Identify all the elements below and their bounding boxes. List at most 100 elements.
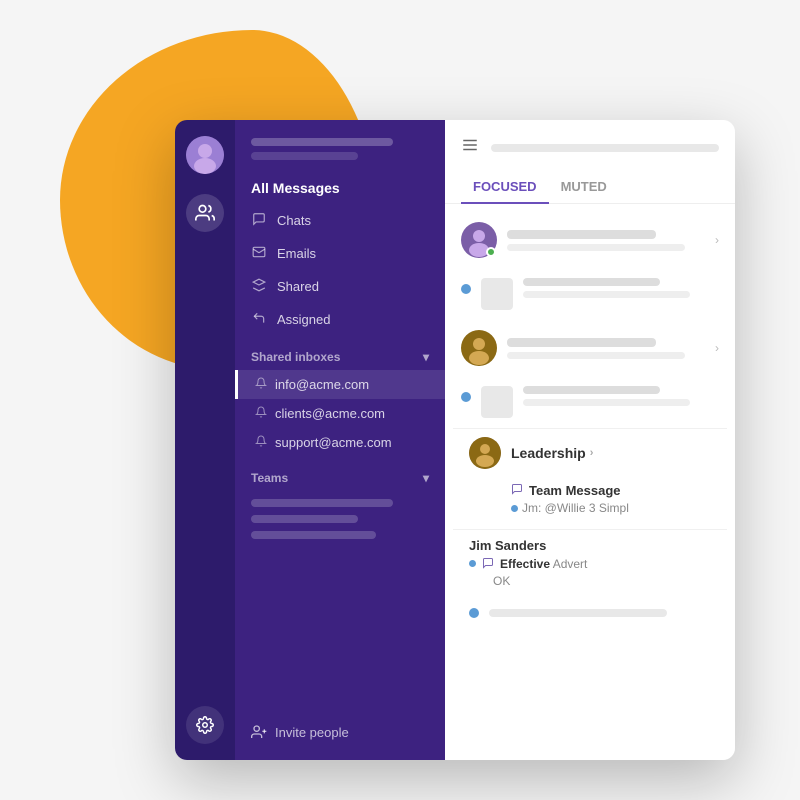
conv-avatar-dot-1: [481, 278, 513, 310]
conv-item-2[interactable]: ›: [453, 320, 727, 376]
teams-chevron-icon: ▾: [423, 471, 429, 485]
conv-avatar-2: [461, 330, 497, 366]
emails-nav-item[interactable]: Emails: [235, 237, 445, 270]
inbox-email-info: info@acme.com: [275, 377, 369, 392]
inbox-bell-icon-support: [255, 435, 267, 450]
assigned-icon: [251, 311, 267, 328]
inbox-bell-icon: [255, 377, 267, 392]
chats-label: Chats: [277, 213, 311, 228]
hamburger-icon[interactable]: [461, 136, 479, 159]
jim-message-icon: [482, 557, 494, 572]
chats-nav-item[interactable]: Chats: [235, 204, 445, 237]
nav-bottom: Invite people: [235, 704, 445, 760]
inbox-item-support[interactable]: support@acme.com: [235, 428, 445, 457]
shared-inboxes-label: Shared inboxes: [251, 350, 340, 364]
leadership-title: Leadership ›: [511, 445, 593, 461]
jim-preview: Effective Advert: [469, 557, 711, 572]
conv-line2-1: [523, 291, 690, 298]
contacts-icon-btn[interactable]: [186, 194, 224, 232]
leadership-chevron-icon: ›: [590, 447, 594, 459]
nav-sidebar: All Messages Chats Emails: [235, 120, 445, 760]
conv-avatar-1: [461, 222, 497, 258]
conv-body-dot-1: [523, 278, 719, 298]
jim-bold-text: Effective: [500, 557, 550, 571]
right-panel: FOCUSED MUTED ›: [445, 120, 735, 760]
invite-people-btn[interactable]: Invite people: [251, 716, 429, 748]
bottom-conv-placeholder: [453, 596, 727, 630]
bottom-conv-bar: [489, 609, 667, 617]
settings-icon-btn[interactable]: [186, 706, 224, 744]
team-msg-unread-dot: [511, 505, 518, 512]
team-message-label: Team Message: [529, 483, 621, 498]
team-msg-header: Team Message: [511, 483, 711, 498]
conv-avatar-dot-2: [481, 386, 513, 418]
conv-item-dot-1[interactable]: [453, 268, 727, 320]
inbox-email-clients: clients@acme.com: [275, 406, 385, 421]
conv-msg-bar-2: [507, 352, 685, 359]
assigned-nav-item[interactable]: Assigned: [235, 303, 445, 336]
unread-dot-1: [461, 284, 471, 294]
teams-header[interactable]: Teams ▾: [235, 457, 445, 491]
inbox-item-clients[interactable]: clients@acme.com: [235, 399, 445, 428]
shared-nav-item[interactable]: Shared: [235, 270, 445, 303]
unread-dot-2: [461, 392, 471, 402]
invite-people-label: Invite people: [275, 725, 349, 740]
conversation-list: ›: [445, 212, 735, 760]
conv-item-1[interactable]: ›: [453, 212, 727, 268]
inbox-email-support: support@acme.com: [275, 435, 392, 450]
jim-preview-text: Effective Advert: [500, 557, 587, 571]
user-avatar[interactable]: [186, 136, 224, 174]
team-bar-3: [251, 531, 376, 539]
jim-sanders-name: Jim Sanders: [469, 538, 711, 553]
team-msg-icon: [511, 483, 523, 498]
emails-label: Emails: [277, 246, 316, 261]
team-message-preview-text: Jm: @Willie 3 Simpl: [522, 501, 629, 515]
icon-sidebar: [175, 120, 235, 760]
conv-body-dot-2: [523, 386, 719, 406]
leadership-avatar: [469, 437, 501, 469]
conv-body-2: [507, 338, 705, 359]
team-message-item[interactable]: Team Message Jm: @Willie 3 Simpl: [469, 477, 711, 521]
jim-ok-text: OK: [469, 574, 711, 588]
shared-icon: [251, 278, 267, 295]
leadership-label: Leadership: [511, 445, 586, 461]
conv-item-dot-2[interactable]: [453, 376, 727, 428]
team-bar-1: [251, 499, 393, 507]
search-bar-sm-placeholder: [251, 152, 358, 160]
bottom-unread-dot: [469, 608, 479, 618]
tab-focused[interactable]: FOCUSED: [461, 171, 549, 204]
team-message-preview: Jm: @Willie 3 Simpl: [511, 501, 711, 515]
inbox-bell-icon-clients: [255, 406, 267, 421]
team-bar-2: [251, 515, 358, 523]
conv-msg-bar-1: [507, 244, 685, 251]
assigned-label: Assigned: [277, 312, 330, 327]
leadership-header[interactable]: Leadership ›: [469, 437, 711, 469]
leadership-section: Leadership › Team Message: [453, 428, 727, 529]
nav-header: [235, 120, 445, 172]
search-bar-placeholder: [251, 138, 393, 146]
conv-name-bar-1: [507, 230, 656, 239]
jim-rest-text: Advert: [550, 557, 587, 571]
bottom-bar-container: [489, 609, 711, 617]
conv-line2-2: [523, 399, 690, 406]
conv-line1-2: [523, 386, 660, 394]
header-search-placeholder: [491, 144, 719, 152]
teams-placeholders: [235, 491, 445, 555]
conv-chevron-icon-1: ›: [715, 233, 719, 247]
shared-inboxes-chevron-icon: ▾: [423, 350, 429, 364]
conv-body-1: [507, 230, 705, 251]
all-messages-item[interactable]: All Messages: [235, 172, 445, 204]
shared-inboxes-header[interactable]: Shared inboxes ▾: [235, 336, 445, 370]
online-indicator: [486, 247, 496, 257]
shared-label: Shared: [277, 279, 319, 294]
inbox-item-info[interactable]: info@acme.com: [235, 370, 445, 399]
jim-sanders-section[interactable]: Jim Sanders Effective Advert OK: [453, 529, 727, 596]
conv-line1-1: [523, 278, 660, 286]
conv-chevron-icon-2: ›: [715, 341, 719, 355]
tabs-row: FOCUSED MUTED: [445, 171, 735, 204]
tab-muted[interactable]: MUTED: [549, 171, 619, 204]
right-header: [445, 120, 735, 159]
jim-unread-dot: [469, 560, 476, 567]
conv-name-bar-2: [507, 338, 656, 347]
emails-icon: [251, 245, 267, 262]
